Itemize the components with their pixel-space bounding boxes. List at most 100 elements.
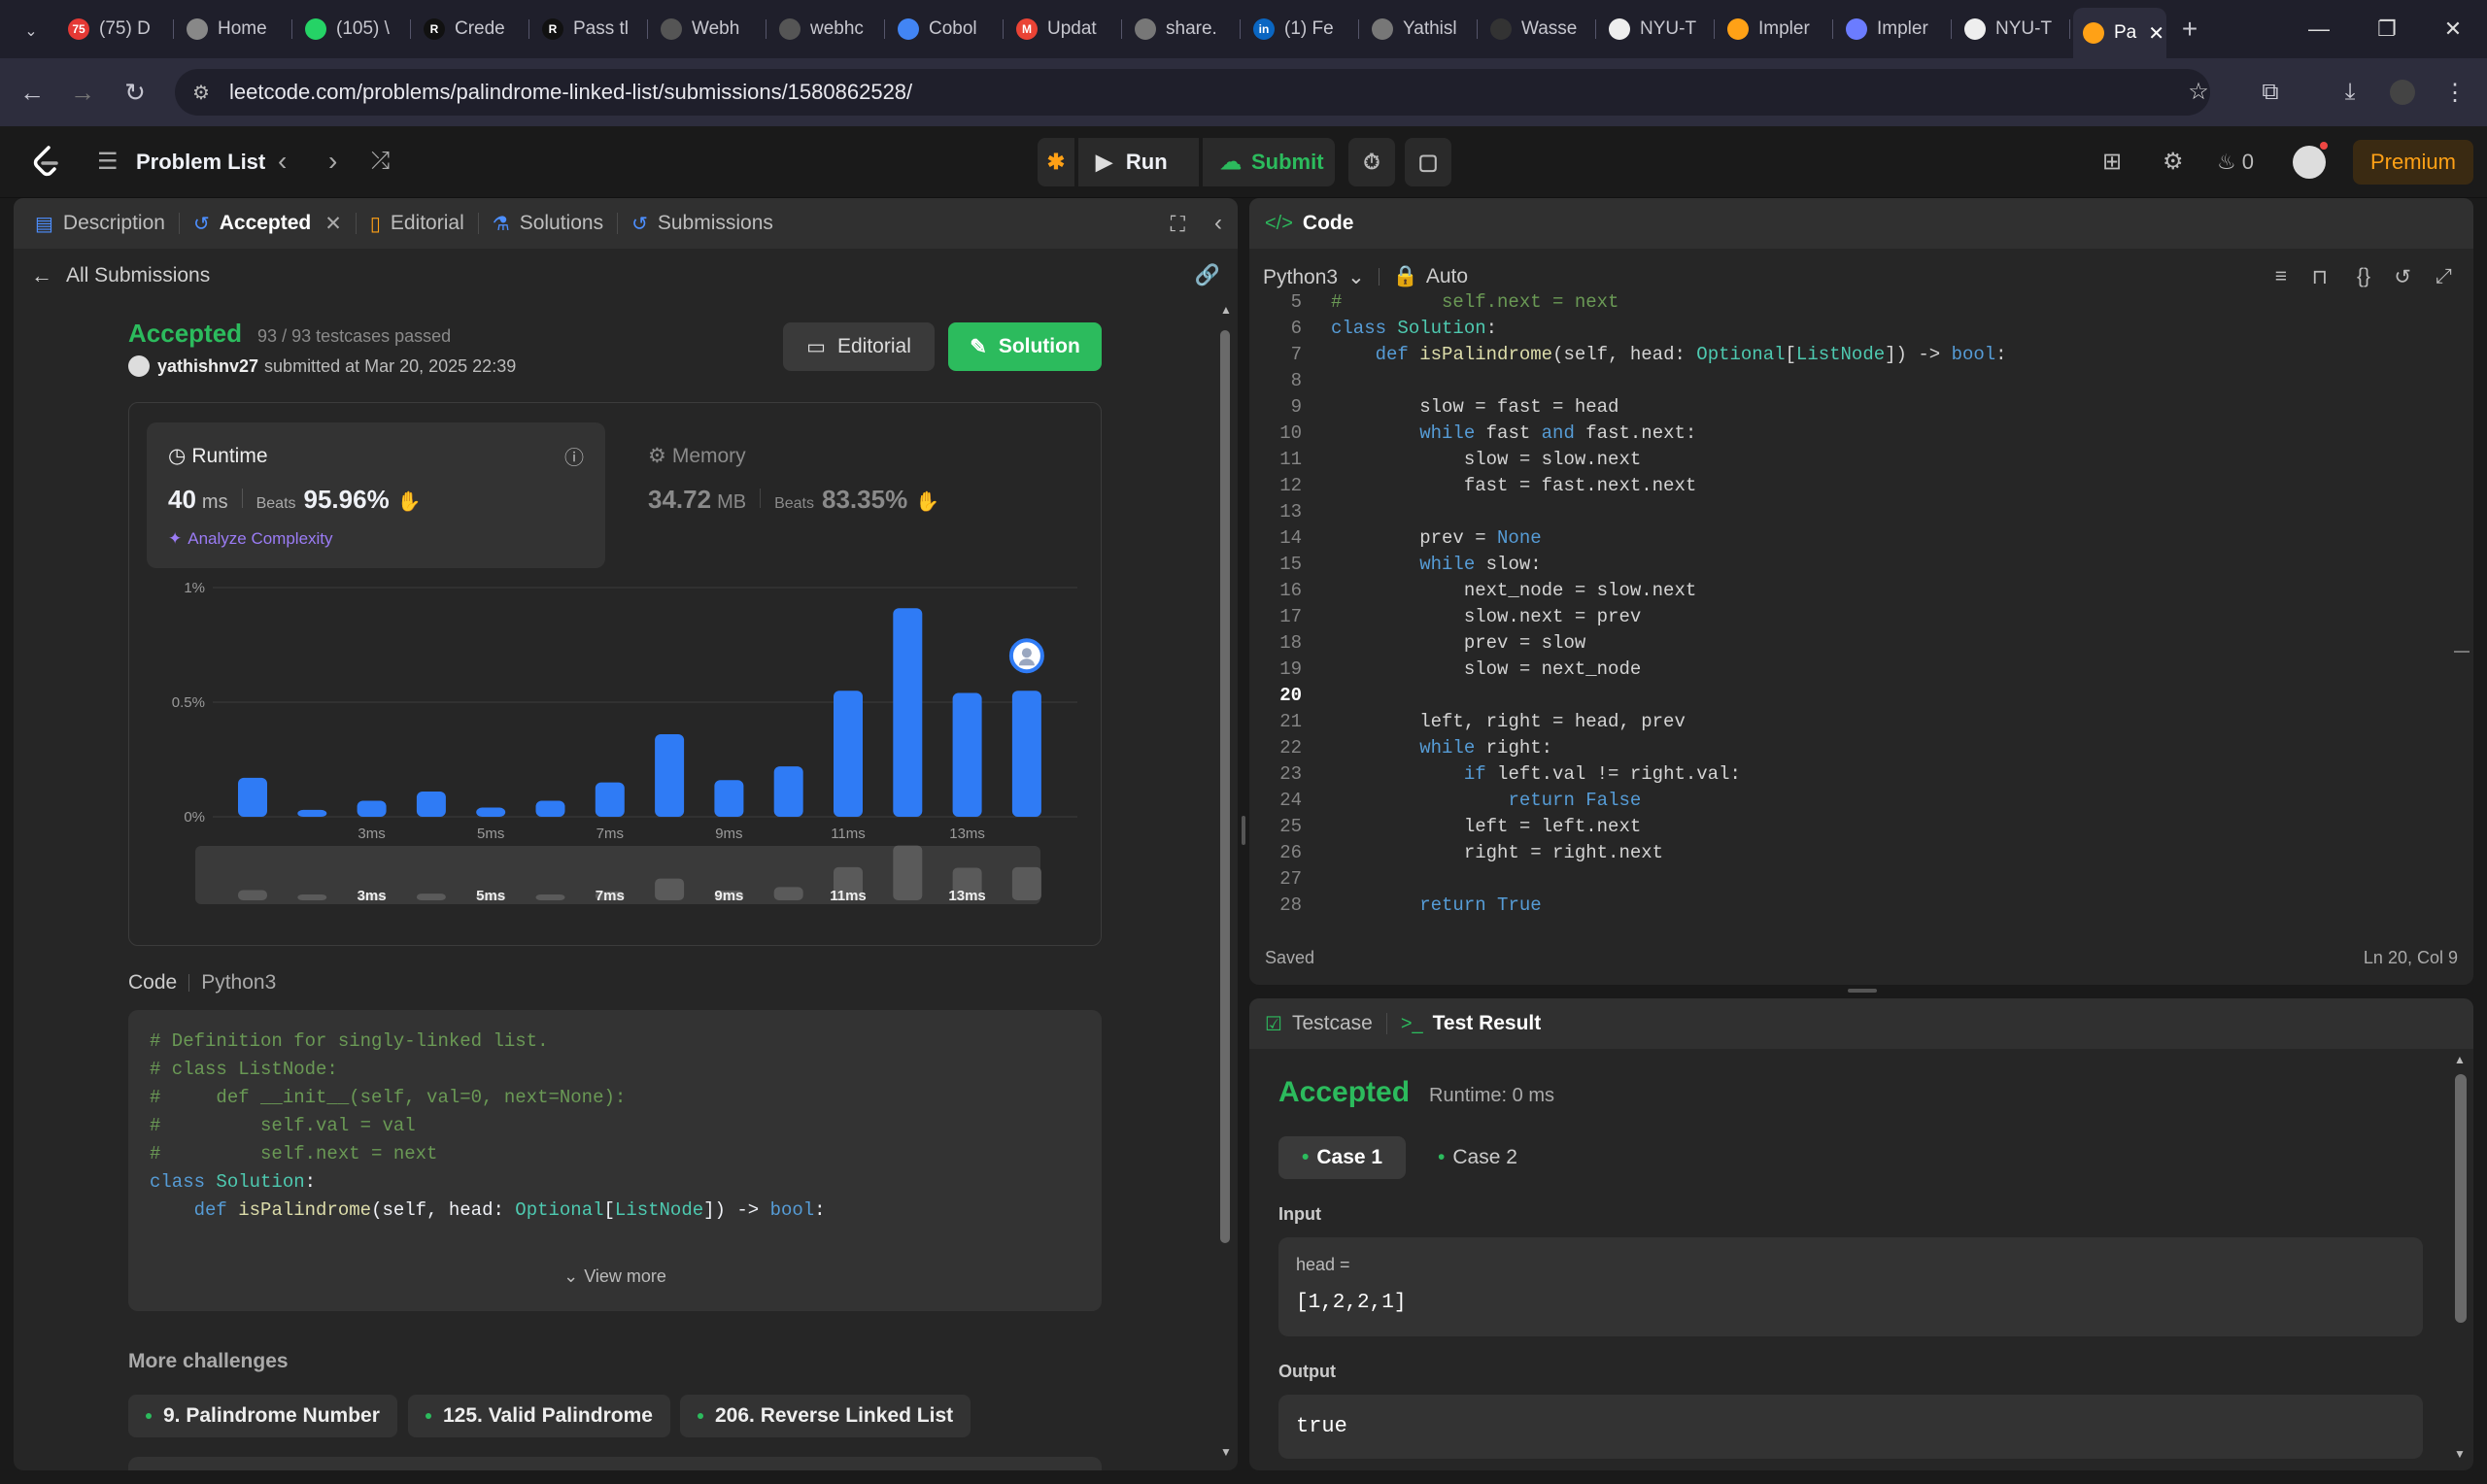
problem-list-link[interactable]: Problem List — [136, 150, 265, 175]
browser-tab[interactable]: Webh — [651, 10, 764, 49]
timer-icon[interactable]: ⏱ — [1348, 138, 1395, 186]
editor-line[interactable]: 22 while right: — [1249, 735, 2454, 761]
editor-line[interactable]: 16 next_node = slow.next — [1249, 578, 2454, 604]
solution-button[interactable]: ✎ Solution — [948, 322, 1102, 371]
left-scrollbar[interactable]: ▲ ▼ — [1218, 303, 1232, 1459]
bookmark-icon[interactable]: ⊓ — [2312, 265, 2328, 289]
premium-button[interactable]: Premium — [2353, 140, 2473, 185]
profile-avatar[interactable] — [2386, 76, 2419, 109]
debug-icon[interactable]: ✱ — [1038, 138, 1074, 186]
runtime-card[interactable]: ◷ Runtime ⓘ 40 ms Beats 95.96% ✋ ✦ Analyze… — [147, 422, 605, 568]
tab-test-result[interactable]: >_ Test Result — [1387, 998, 1554, 1049]
challenge-chip[interactable]: 206. Reverse Linked List — [680, 1395, 971, 1437]
next-problem-icon[interactable]: › — [328, 146, 337, 177]
bookmark-star-icon[interactable]: ☆ — [2182, 75, 2215, 108]
close-window-icon[interactable]: ✕ — [2419, 0, 2487, 58]
close-tab-icon[interactable]: ✕ — [2148, 21, 2164, 46]
info-icon[interactable]: ⓘ — [564, 442, 584, 470]
case-tab-2[interactable]: • Case 2 — [1414, 1136, 1541, 1179]
site-info-icon[interactable]: ⚙ — [192, 81, 216, 104]
editor-line[interactable]: 18 prev = slow — [1249, 630, 2454, 657]
memory-card[interactable]: ⚙ Memory 34.72 MB Beats 83.35% ✋ — [629, 422, 1056, 568]
submitter-name[interactable]: yathishnv27 — [157, 356, 258, 377]
notes-icon[interactable]: ▢ — [1405, 138, 1451, 186]
editor-line[interactable]: 13 — [1249, 499, 2454, 525]
tab-search-dropdown-icon[interactable]: ⌄ — [14, 12, 49, 51]
analyze-complexity-link[interactable]: ✦ Analyze Complexity — [168, 529, 333, 549]
back-arrow-icon[interactable]: ← — [31, 263, 52, 288]
language-select[interactable]: Python3 ⌄ — [1263, 265, 1365, 289]
editor-line[interactable]: 9 slow = fast = head — [1249, 394, 2454, 421]
editor-line[interactable]: 21 left, right = head, prev — [1249, 709, 2454, 735]
all-submissions-link[interactable]: All Submissions — [66, 264, 210, 287]
vertical-splitter[interactable] — [1242, 816, 1245, 845]
layout-icon[interactable]: ⊞ — [2102, 148, 2122, 176]
browser-menu-icon[interactable]: ⋮ — [2438, 76, 2471, 109]
editor-line[interactable]: 23 if left.val != right.val: — [1249, 761, 2454, 788]
editor-line[interactable]: 5 # self.next = next — [1249, 289, 2454, 316]
editor-line[interactable]: 17 slow.next = prev — [1249, 604, 2454, 630]
tab-description[interactable]: ▤ Description — [14, 198, 179, 249]
tab-accepted[interactable]: ↺ Accepted ✕ — [180, 198, 356, 249]
random-problem-icon[interactable]: ⤮ — [371, 148, 390, 175]
browser-tab[interactable]: webhc — [769, 10, 882, 49]
braces-icon[interactable]: {} — [2357, 265, 2370, 288]
editor-code-area[interactable]: 5 # self.next = next 6 class Solution: 7 def… — [1249, 289, 2454, 930]
tab-testcase[interactable]: ☑ Testcase — [1249, 998, 1386, 1049]
expand-icon[interactable]: ⤢ — [2436, 265, 2452, 288]
share-link-icon[interactable]: 🔗 — [1195, 264, 1220, 287]
problem-list-icon[interactable]: ☰ — [97, 148, 119, 176]
editor-line[interactable]: 15 while slow: — [1249, 552, 2454, 578]
restore-icon[interactable]: ❐ — [2353, 0, 2421, 58]
collapse-icon[interactable]: ‹ — [1214, 210, 1222, 237]
editor-line[interactable]: 6 class Solution: — [1249, 316, 2454, 342]
browser-tab[interactable]: M Updat — [1006, 10, 1119, 49]
browser-tab[interactable]: R Crede — [414, 10, 527, 49]
close-tab-icon[interactable]: ✕ — [324, 212, 342, 236]
editor-line[interactable]: 8 — [1249, 368, 2454, 394]
editor-line[interactable]: 10 while fast and fast.next: — [1249, 421, 2454, 447]
settings-gear-icon[interactable]: ⚙ — [2163, 148, 2184, 176]
horizontal-splitter[interactable] — [1848, 989, 1877, 993]
editor-line[interactable]: 25 left = left.next — [1249, 814, 2454, 840]
browser-tab[interactable]: Yathisl — [1362, 10, 1475, 49]
forward-icon[interactable]: → — [66, 76, 99, 109]
back-icon[interactable]: ← — [16, 76, 49, 109]
browser-tab[interactable]: Home — [177, 10, 290, 49]
maximize-icon[interactable]: ⛶ — [1171, 212, 1185, 237]
editorial-button[interactable]: ▭ Editorial — [783, 322, 935, 371]
editor-scroll-marker[interactable] — [2454, 651, 2470, 653]
runtime-distribution-chart[interactable]: 1% 0.5% 0% 3ms 3ms 5ms 5ms 7ms 7ms 9ms 9ms 11ms 11ms… — [129, 578, 1101, 937]
tab-code[interactable]: </> Code — [1249, 198, 1367, 249]
editor-line[interactable]: 20 — [1249, 683, 2454, 709]
browser-tab[interactable]: 75 (75) D — [58, 10, 171, 49]
reset-icon[interactable]: ↺ — [2394, 265, 2411, 289]
tab-solutions[interactable]: ⚗ Solutions — [479, 198, 617, 249]
extensions-icon[interactable]: ⧉ — [2254, 76, 2287, 109]
user-avatar[interactable] — [2293, 142, 2328, 179]
editor-line[interactable]: 11 slow = slow.next — [1249, 447, 2454, 473]
browser-tab[interactable]: share. — [1125, 10, 1238, 49]
editor-line[interactable]: 26 right = right.next — [1249, 840, 2454, 866]
run-button[interactable]: ▶ Run — [1078, 138, 1199, 186]
editor-line[interactable]: 14 prev = None — [1249, 525, 2454, 552]
address-bar[interactable]: ⚙ leetcode.com/problems/palindrome-linke… — [175, 69, 2210, 116]
challenge-chip[interactable]: 9. Palindrome Number — [128, 1395, 397, 1437]
browser-tab[interactable]: Wasse — [1481, 10, 1593, 49]
streak-counter[interactable]: ♨ 0 — [2217, 150, 2254, 175]
view-more-button[interactable]: ⌄ View more — [128, 1266, 1102, 1287]
case-tab-1[interactable]: • Case 1 — [1278, 1136, 1407, 1179]
browser-tab[interactable]: R Pass tl — [532, 10, 645, 49]
submit-button[interactable]: ☁ Submit — [1203, 138, 1335, 186]
browser-tab[interactable]: Impler — [1836, 10, 1949, 49]
browser-tab[interactable]: NYU-T — [1955, 10, 2067, 49]
leetcode-logo-icon[interactable] — [31, 146, 60, 179]
new-tab-button[interactable]: + — [2172, 10, 2207, 49]
editor-line[interactable]: 7 def isPalindrome(self, head: Optional[… — [1249, 342, 2454, 368]
browser-tab[interactable]: (105) \ — [295, 10, 408, 49]
browser-tab[interactable]: Pa ✕ — [2073, 8, 2166, 58]
format-icon[interactable]: ≡ — [2275, 265, 2287, 288]
browser-tab[interactable]: Impler — [1718, 10, 1830, 49]
browser-tab[interactable]: Cobol — [888, 10, 1001, 49]
editor-line[interactable]: 12 fast = fast.next.next — [1249, 473, 2454, 499]
